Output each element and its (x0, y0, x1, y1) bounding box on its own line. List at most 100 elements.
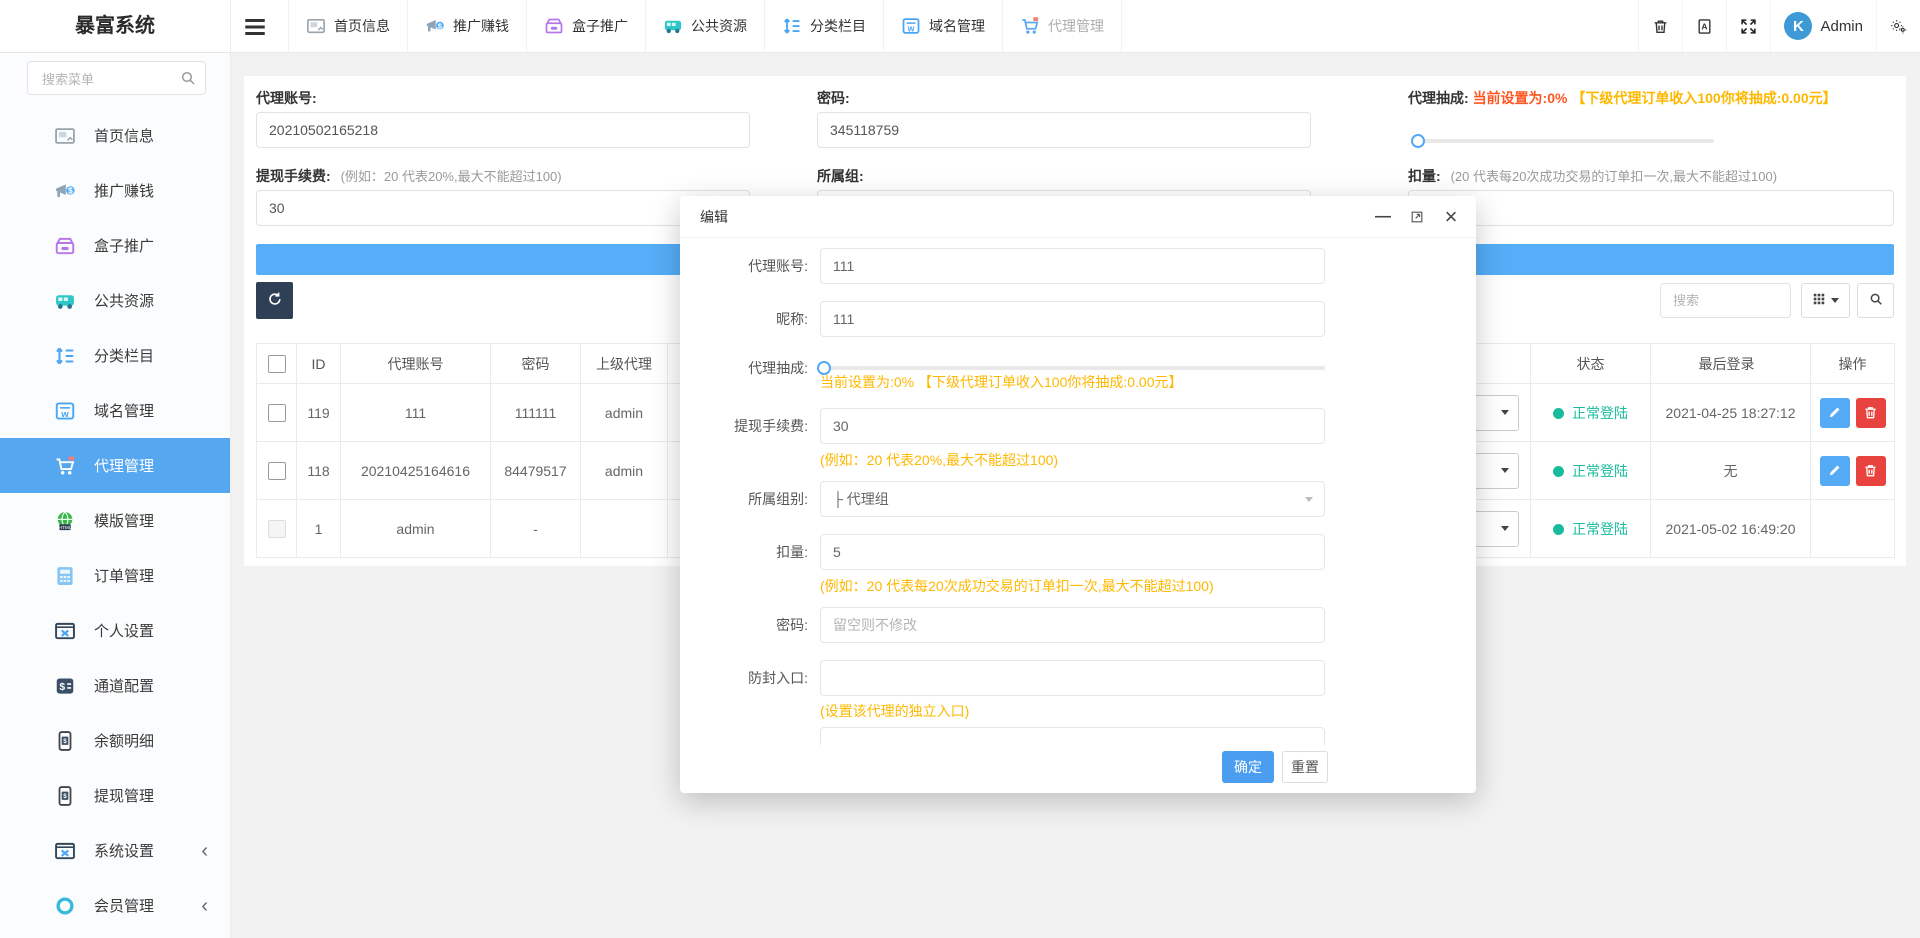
select-all-checkbox[interactable] (268, 355, 286, 373)
sidebar-item-7[interactable]: HTML模版管理 (0, 493, 230, 548)
sortlist-icon (54, 344, 78, 368)
tab-label: 域名管理 (929, 16, 985, 36)
row-checkbox[interactable] (268, 462, 286, 480)
table-search-button[interactable] (1857, 283, 1894, 318)
box-icon (54, 234, 78, 258)
cell-last-login: 无 (1651, 442, 1811, 500)
cell-parent (581, 500, 668, 558)
cell-last-login: 2021-05-02 16:49:20 (1651, 500, 1811, 558)
tab-1[interactable]: $推广赚钱 (408, 0, 527, 52)
refresh-button[interactable] (256, 282, 293, 319)
clear-cache-button[interactable] (1638, 0, 1682, 52)
deduction-input[interactable] (1408, 190, 1894, 226)
withdraw-fee-label: 提现手续费: (256, 168, 331, 184)
header-last-login: 最后登录 (1651, 344, 1811, 384)
cell-parent: admin (581, 442, 668, 500)
sortlist-icon (782, 16, 802, 36)
sidebar-item-14[interactable]: 会员管理‹ (0, 878, 230, 933)
search-icon (1869, 292, 1883, 309)
modal-entry-label: 防封入口: (680, 660, 808, 696)
modal-extra-input-clipped[interactable] (820, 727, 1325, 745)
dialog-window-controls: — × (1374, 196, 1460, 238)
sidebar-item-8[interactable]: 订单管理 (0, 548, 230, 603)
sidebar-item-0[interactable]: 首页信息 (0, 108, 230, 163)
columns-button[interactable] (1801, 283, 1850, 318)
cell-ops (1811, 384, 1895, 442)
sidebar-item-1[interactable]: $推广赚钱 (0, 163, 230, 218)
home-icon (306, 16, 326, 36)
reset-button[interactable]: 重置 (1282, 751, 1328, 783)
settings-button[interactable] (1876, 0, 1920, 52)
modal-nickname-input[interactable] (820, 301, 1325, 337)
language-button[interactable]: A (1682, 0, 1726, 52)
tab-5[interactable]: w 域名管理 (884, 0, 1003, 52)
domain-icon: w (54, 399, 78, 423)
delete-row-button[interactable] (1856, 456, 1886, 486)
close-icon[interactable]: × (1442, 208, 1460, 226)
table-search-input[interactable] (1660, 283, 1791, 318)
fullscreen-button[interactable] (1726, 0, 1770, 52)
sidebar-item-4[interactable]: 分类栏目 (0, 328, 230, 383)
sidebar-item-10[interactable]: $通道配置 (0, 658, 230, 713)
edit-row-button[interactable] (1820, 398, 1850, 428)
modal-password-label: 密码: (680, 607, 808, 643)
commission-label: 代理抽成: (1408, 90, 1469, 106)
tab-0[interactable]: 首页信息 (288, 0, 408, 52)
tab-label: 推广赚钱 (453, 16, 509, 36)
commission-slider[interactable] (1414, 139, 1714, 143)
tab-label: 盒子推广 (572, 16, 628, 36)
cell-last-login: 2021-04-25 18:27:12 (1651, 384, 1811, 442)
delete-row-button[interactable] (1856, 398, 1886, 428)
top-tab-bar: 首页信息$推广赚钱 盒子推广公共资源分类栏目 w 域名管理代理管理 (288, 0, 1122, 52)
cell-checkbox (257, 442, 297, 500)
modal-agent-account-input[interactable] (820, 248, 1325, 284)
modal-commission-slider[interactable] (820, 366, 1325, 370)
header-id: ID (297, 344, 341, 384)
modal-deduction-input[interactable] (820, 534, 1325, 570)
tab-3[interactable]: 公共资源 (646, 0, 765, 52)
sidebar-search-input[interactable] (40, 65, 174, 93)
tools-icon (54, 619, 78, 643)
modal-deduction-hint: (例如：20 代表每20次成功交易的订单扣一次,最大不能超过100) (820, 576, 1214, 596)
sidebar-item-12[interactable]: $提现管理 (0, 768, 230, 823)
modal-password-input[interactable] (820, 607, 1325, 643)
modal-group-select[interactable]: ├ 代理组 (820, 481, 1325, 517)
modal-entry-input[interactable] (820, 660, 1325, 696)
group-label: 所属组: (817, 166, 864, 186)
commission-slider-handle[interactable] (1411, 134, 1425, 148)
maximize-icon[interactable] (1408, 208, 1426, 226)
agent-account-input[interactable] (256, 112, 750, 148)
modal-withdraw-fee-input[interactable] (820, 408, 1325, 444)
sidebar-item-13[interactable]: 系统设置‹ (0, 823, 230, 878)
domain-icon: w (901, 16, 921, 36)
minimize-icon[interactable]: — (1374, 208, 1392, 226)
tab-2[interactable]: 盒子推广 (527, 0, 646, 52)
edit-row-button[interactable] (1820, 456, 1850, 486)
tab-6[interactable]: 代理管理 (1003, 0, 1122, 52)
status-text: 正常登陆 (1572, 521, 1628, 537)
tools-icon (54, 839, 78, 863)
sidebar-item-3[interactable]: 公共资源 (0, 273, 230, 328)
commission-label-row: 代理抽成: 当前设置为:0% 【下级代理订单收入100你将抽成:0.00元】 (1408, 88, 1837, 108)
sidebar-item-11[interactable]: $余额明细 (0, 713, 230, 768)
bus-icon (54, 289, 78, 313)
box-icon (544, 16, 564, 36)
status-dot (1553, 466, 1564, 477)
sidebar-item-9[interactable]: 个人设置 (0, 603, 230, 658)
confirm-button[interactable]: 确定 (1222, 751, 1274, 783)
modal-commission-label: 代理抽成: (680, 350, 808, 386)
hamburger-menu-icon[interactable] (242, 14, 268, 40)
user-menu[interactable]: K Admin (1770, 0, 1876, 52)
row-checkbox[interactable] (268, 404, 286, 422)
svg-text:HTML: HTML (59, 524, 72, 529)
password-input[interactable] (817, 112, 1311, 148)
expand-icon (1740, 18, 1757, 35)
cell-ops (1811, 500, 1895, 558)
agent-account-label: 代理账号: (256, 88, 317, 108)
withdraw-fee-input[interactable] (256, 190, 750, 226)
sidebar-item-6[interactable]: 代理管理 (0, 438, 230, 493)
sidebar-item-5[interactable]: w域名管理 (0, 383, 230, 438)
tab-4[interactable]: 分类栏目 (765, 0, 884, 52)
svg-text:w: w (907, 23, 915, 33)
sidebar-item-2[interactable]: 盒子推广 (0, 218, 230, 273)
